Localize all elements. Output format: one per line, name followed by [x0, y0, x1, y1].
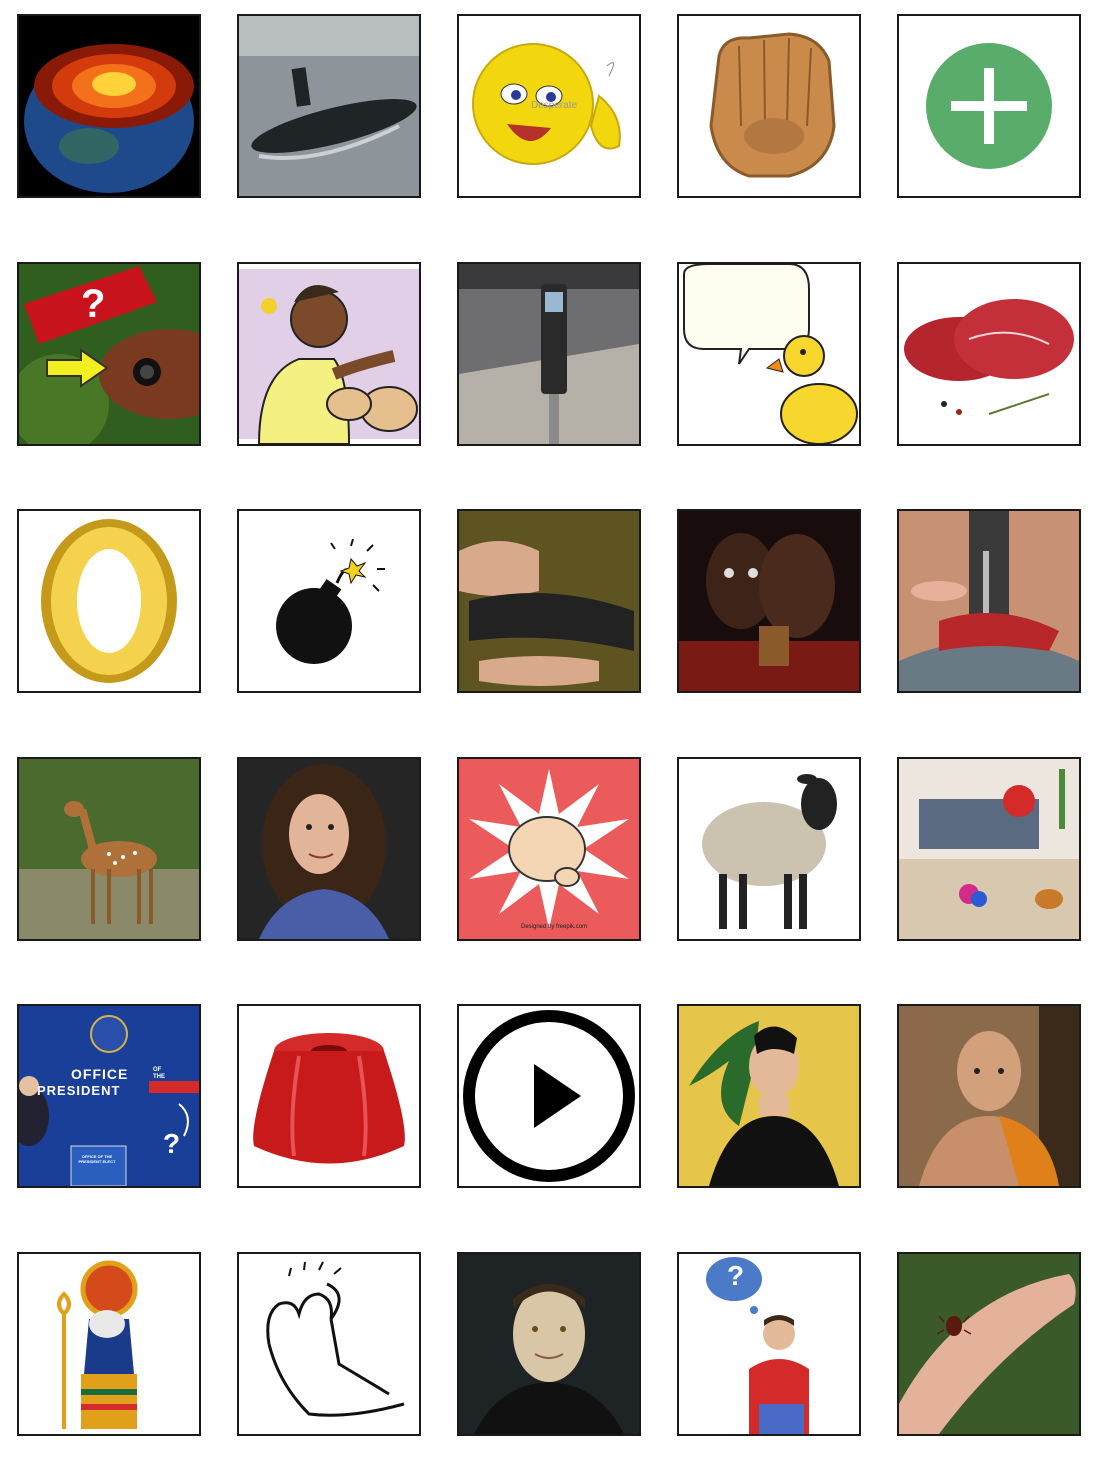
the-text: THE: [153, 1074, 165, 1081]
tile-android-data[interactable]: [457, 1251, 641, 1436]
play-button-icon: [459, 1006, 639, 1187]
freepik-watermark: Designed by freepik.com: [521, 923, 588, 930]
jelly-icon: [239, 1006, 419, 1187]
tile-pointing-hand[interactable]: Designed by freepik.com: [457, 756, 641, 941]
tile-messy-room[interactable]: [897, 756, 1081, 941]
tile-jelly[interactable]: [237, 1004, 421, 1189]
podium-label: OFFICE OF THE PRESIDENT ELECT: [78, 1154, 116, 1165]
foot-toes-icon: [239, 1253, 419, 1434]
tile-raw-meat[interactable]: [897, 261, 1081, 446]
tile-thinking-man[interactable]: ?: [677, 1251, 861, 1436]
tick-on-finger-icon: [899, 1253, 1079, 1434]
egyptian-god-ra-icon: [19, 1253, 199, 1434]
tile-deer[interactable]: [17, 756, 201, 941]
tile-parking-meter[interactable]: [457, 261, 641, 446]
tile-plus[interactable]: [897, 14, 1081, 198]
tile-sewing-machine[interactable]: [897, 509, 1081, 694]
pet-dog-icon: [239, 263, 419, 444]
tile-pet-dog[interactable]: [237, 261, 421, 446]
tile-president-elect[interactable]: OFFICE PRESIDENT OF THE OFFICE OF THE PR…: [17, 1004, 201, 1189]
fish-question-icon: [19, 263, 199, 444]
tile-desperate-emoji[interactable]: Desperate: [457, 14, 641, 198]
tile-play-button[interactable]: [457, 1004, 641, 1189]
tile-duck-speech[interactable]: [677, 261, 861, 446]
pointing-hand-icon: [459, 758, 639, 939]
green-hair-woman-icon: [679, 1006, 859, 1187]
tile-submarine[interactable]: [237, 14, 421, 198]
tile-egyptian-god-ra[interactable]: [17, 1251, 201, 1436]
office-text: OFFICE: [71, 1066, 129, 1083]
duck-speech-icon: [679, 263, 859, 444]
two-faces-icon: [679, 511, 859, 692]
bomb-icon: [239, 511, 419, 692]
president-text: PRESIDENT: [37, 1083, 121, 1099]
plus-icon: [899, 16, 1079, 196]
tile-baseball-glove[interactable]: [677, 14, 861, 198]
tile-tick-on-finger[interactable]: [897, 1251, 1081, 1436]
tile-foot-toes[interactable]: [237, 1251, 421, 1436]
parking-meter-icon: [459, 263, 639, 444]
tile-sheep[interactable]: [677, 756, 861, 941]
sheep-icon: [679, 758, 859, 939]
tile-bomb[interactable]: [237, 509, 421, 694]
submarine-icon: [239, 16, 419, 196]
question-mark: ?: [163, 1128, 181, 1160]
elastic-band-icon: [459, 511, 639, 692]
question-mark: ?: [81, 281, 106, 326]
tile-elastic-band[interactable]: [457, 509, 641, 694]
tile-earth-core[interactable]: [17, 14, 201, 198]
tile-fish-question[interactable]: ?: [17, 261, 201, 446]
symbol-grid: Desperate ? Designed by freepik.com OFFI…: [17, 14, 1081, 1436]
sewing-machine-icon: [899, 511, 1079, 692]
android-data-icon: [459, 1253, 639, 1434]
earth-core-icon: [19, 16, 199, 196]
gold-letter-o-icon: [19, 511, 199, 692]
tile-green-hair-woman[interactable]: [677, 1004, 861, 1189]
tile-monk[interactable]: [897, 1004, 1081, 1189]
tile-gold-letter-o[interactable]: [17, 509, 201, 694]
messy-room-icon: [899, 758, 1079, 939]
question-mark: ?: [727, 1259, 745, 1291]
baseball-glove-icon: [679, 16, 859, 196]
monk-icon: [899, 1006, 1079, 1187]
tile-curly-hair-man[interactable]: [237, 756, 421, 941]
raw-meat-icon: [899, 263, 1079, 444]
deer-icon: [19, 758, 199, 939]
thinking-man-question-icon: [679, 1253, 859, 1434]
curly-hair-man-icon: [239, 758, 419, 939]
tile-two-faces[interactable]: [677, 509, 861, 694]
of-text: OF: [153, 1067, 162, 1074]
desperate-label: Desperate: [531, 100, 578, 111]
